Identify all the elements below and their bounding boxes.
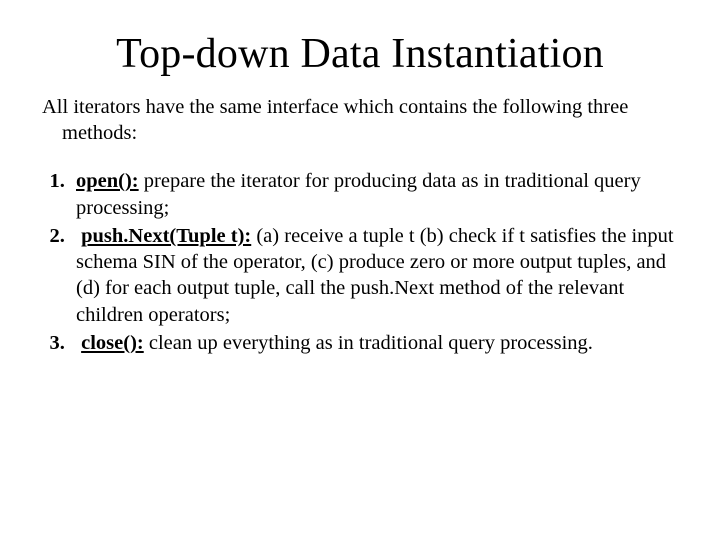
intro-text-span: All iterators have the same interface wh… <box>42 94 680 146</box>
method-label: open(): <box>76 170 139 192</box>
method-desc: clean up everything as in traditional qu… <box>144 332 593 354</box>
method-label: push.Next(Tuple t): <box>81 225 251 247</box>
list-item: close(): clean up everything as in tradi… <box>70 330 680 356</box>
method-desc: prepare the iterator for producing data … <box>76 170 641 218</box>
list-item: open(): prepare the iterator for produci… <box>70 168 680 220</box>
list-item: push.Next(Tuple t): (a) receive a tuple … <box>70 223 680 328</box>
method-label-text: close(): <box>81 332 144 354</box>
slide-title: Top-down Data Instantiation <box>40 30 680 78</box>
intro-text: All iterators have the same interface wh… <box>40 94 680 146</box>
method-label-text: push.Next(Tuple t): <box>81 225 251 247</box>
method-label: close(): <box>81 332 144 354</box>
slide: Top-down Data Instantiation All iterator… <box>0 0 720 540</box>
method-label-text: open(): <box>76 170 139 192</box>
methods-list: open(): prepare the iterator for produci… <box>40 168 680 356</box>
